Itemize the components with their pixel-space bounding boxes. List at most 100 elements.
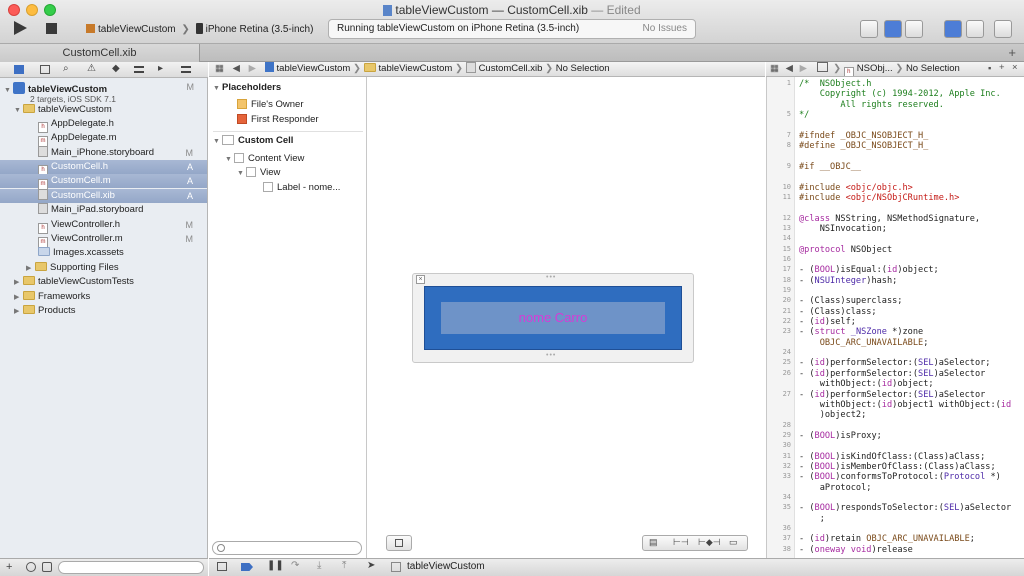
- code-line[interactable]: #if __OBJC__: [799, 162, 861, 172]
- nav-item-file[interactable]: h AppDelegate.h: [0, 117, 207, 133]
- recent-files-icon[interactable]: [26, 562, 36, 572]
- outline-item-files-owner[interactable]: File's Owner: [237, 98, 304, 112]
- log-icon[interactable]: [181, 66, 191, 73]
- lock-icon[interactable]: ▪: [988, 62, 991, 76]
- breakpoints-toggle-icon[interactable]: [241, 563, 253, 571]
- code-line[interactable]: - (id)performSelector:(SEL)aSelector: [799, 390, 985, 400]
- code-line[interactable]: @class NSString, NSMethodSignature,: [799, 214, 980, 224]
- resize-handle-top[interactable]: •••: [546, 274, 556, 281]
- cell-label-nome-carro[interactable]: nome Carro: [441, 302, 665, 334]
- step-over-icon[interactable]: ↷: [291, 560, 299, 571]
- forward-icon[interactable]: ▶: [249, 63, 256, 74]
- code-line[interactable]: - (id)self;: [799, 317, 856, 327]
- code-line[interactable]: aProtocol;: [799, 483, 872, 493]
- outline-filter-input[interactable]: [212, 541, 362, 555]
- nav-item-file[interactable]: h ViewController.h M: [0, 218, 207, 234]
- navigator-filter-input[interactable]: [58, 561, 204, 574]
- outline-item-view[interactable]: ▼ View: [237, 166, 280, 180]
- code-line[interactable]: - (NSUInteger)hash;: [799, 276, 897, 286]
- nav-item-file-selected[interactable]: CustomCell.xib A: [0, 189, 207, 203]
- code-line[interactable]: NSInvocation;: [799, 224, 887, 234]
- nav-item-file[interactable]: Main_iPhone.storyboard M: [0, 146, 207, 160]
- nav-item-group[interactable]: ▼ tableViewCustom: [0, 103, 207, 117]
- code-line[interactable]: */: [799, 110, 809, 120]
- location-icon[interactable]: ➤: [367, 560, 375, 571]
- code-line[interactable]: - (BOOL)respondsToSelector:(SEL)aSelecto…: [799, 503, 1011, 513]
- code-line[interactable]: - (oneway void)release: [799, 545, 913, 555]
- jump-bar-file[interactable]: CustomCell.xib: [479, 63, 543, 74]
- run-button[interactable]: [14, 21, 27, 35]
- code-line[interactable]: - (BOOL)isKindOfClass:(Class)aClass;: [799, 452, 985, 462]
- scm-filter-icon[interactable]: [42, 562, 52, 572]
- hide-debug-area-icon[interactable]: [217, 562, 227, 571]
- add-assistant-icon[interactable]: +: [999, 62, 1005, 75]
- nav-item-file[interactable]: Main_iPad.storyboard: [0, 203, 207, 217]
- navigator-toggle-button[interactable]: [944, 20, 962, 38]
- symbol-icon[interactable]: [40, 65, 50, 74]
- step-into-icon[interactable]: ⤓: [317, 560, 321, 571]
- nav-item-file[interactable]: Images.xcassets: [0, 246, 207, 260]
- back-icon[interactable]: ◀: [233, 63, 240, 74]
- outline-item-content-view[interactable]: ▼ Content View: [225, 152, 304, 166]
- code-line[interactable]: withObject:(id)object1 withObject:(id: [799, 400, 1011, 410]
- add-icon[interactable]: +: [6, 561, 12, 573]
- back-icon[interactable]: ◀: [786, 63, 793, 74]
- test-icon[interactable]: ◆: [112, 63, 120, 74]
- outline-section-custom-cell[interactable]: ▼ Custom Cell: [213, 134, 293, 148]
- code-line[interactable]: #define _OBJC_NSOBJECT_H_: [799, 141, 928, 151]
- code-line[interactable]: ;: [799, 514, 825, 524]
- close-assistant-icon[interactable]: ×: [1012, 62, 1018, 75]
- assistant-editor-button[interactable]: [884, 20, 902, 38]
- nav-item-file[interactable]: m ViewController.m M: [0, 232, 207, 248]
- add-tab-icon[interactable]: +: [1008, 45, 1016, 60]
- forward-icon[interactable]: ▶: [800, 63, 807, 74]
- assistant-selection[interactable]: No Selection: [906, 63, 960, 74]
- show-outline-button[interactable]: [386, 535, 412, 551]
- code-line[interactable]: - (BOOL)isEqual:(id)object;: [799, 265, 939, 275]
- pause-icon[interactable]: ❚❚: [267, 560, 284, 571]
- content-view[interactable]: nome Carro: [424, 286, 682, 350]
- align-icon[interactable]: ▤: [649, 537, 658, 548]
- warning-icon[interactable]: ⚠: [87, 63, 96, 74]
- close-icon[interactable]: ×: [416, 275, 425, 284]
- code-line[interactable]: - (Class)superclass;: [799, 296, 902, 306]
- code-line[interactable]: - (BOOL)isProxy;: [799, 431, 882, 441]
- scheme-selector[interactable]: tableViewCustom ❯ iPhone Retina (3.5-inc…: [86, 23, 313, 35]
- nav-item-file-selected[interactable]: m CustomCell.m A: [0, 174, 207, 190]
- search-icon[interactable]: ⌕: [63, 63, 69, 74]
- outline-section-placeholders[interactable]: ▼ Placeholders: [213, 81, 281, 95]
- outline-item-first-responder[interactable]: First Responder: [237, 113, 319, 127]
- utilities-toggle-button[interactable]: [994, 20, 1012, 38]
- related-items-icon[interactable]: ▦: [215, 63, 224, 74]
- jump-bar-project[interactable]: tableViewCustom: [277, 63, 351, 74]
- code-line[interactable]: withObject:(id)object;: [799, 379, 934, 389]
- version-editor-button[interactable]: [905, 20, 923, 38]
- code-line[interactable]: #include <objc/NSObjCRuntime.h>: [799, 193, 959, 203]
- custom-cell-frame[interactable]: × ••• ••• nome Carro: [412, 273, 694, 363]
- code-line[interactable]: - (struct _NSZone *)zone: [799, 327, 923, 337]
- stop-button[interactable]: [46, 23, 57, 34]
- tab-customcell-xib[interactable]: CustomCell.xib: [0, 44, 200, 62]
- resizing-icon[interactable]: ▭: [729, 537, 738, 548]
- code-line[interactable]: - (id)performSelector:(SEL)aSelector: [799, 369, 985, 379]
- outline-item-label-nome[interactable]: Label - nome...: [263, 181, 340, 195]
- jump-bar-group[interactable]: tableViewCustom: [379, 63, 453, 74]
- code-line[interactable]: - (Class)class;: [799, 307, 877, 317]
- standard-editor-button[interactable]: [860, 20, 878, 38]
- code-line[interactable]: )object2;: [799, 410, 867, 420]
- nav-item-file-selected[interactable]: h CustomCell.h A: [0, 160, 207, 176]
- debug-icon[interactable]: [134, 66, 144, 73]
- nav-item-group[interactable]: ▶ Products: [0, 304, 207, 318]
- code-line[interactable]: #ifndef _OBJC_NSOBJECT_H_: [799, 131, 928, 141]
- nav-item-group[interactable]: ▶ Frameworks: [0, 290, 207, 304]
- code-editor[interactable]: 1 5 7 8 9 10 11 12 13 14 15 16 17 18 19 20 21 22 23 24 25 26 2…: [766, 77, 1024, 576]
- breakpoint-icon[interactable]: ▸: [158, 63, 163, 74]
- interface-builder-canvas[interactable]: × ••• ••• nome Carro ▤ ⊢⊣ ⊢◆⊣ ▭: [368, 77, 765, 558]
- resize-handle-bottom[interactable]: •••: [546, 352, 556, 359]
- code-line[interactable]: #include <objc/objc.h>: [799, 183, 913, 193]
- related-items-icon[interactable]: ▦: [770, 63, 779, 74]
- code-line[interactable]: - (BOOL)conformsToProtocol:(Protocol *): [799, 472, 1001, 482]
- code-line[interactable]: OBJC_ARC_UNAVAILABLE;: [799, 338, 929, 348]
- folder-icon[interactable]: [14, 65, 24, 74]
- code-line[interactable]: - (id)performSelector:(SEL)aSelector;: [799, 358, 990, 368]
